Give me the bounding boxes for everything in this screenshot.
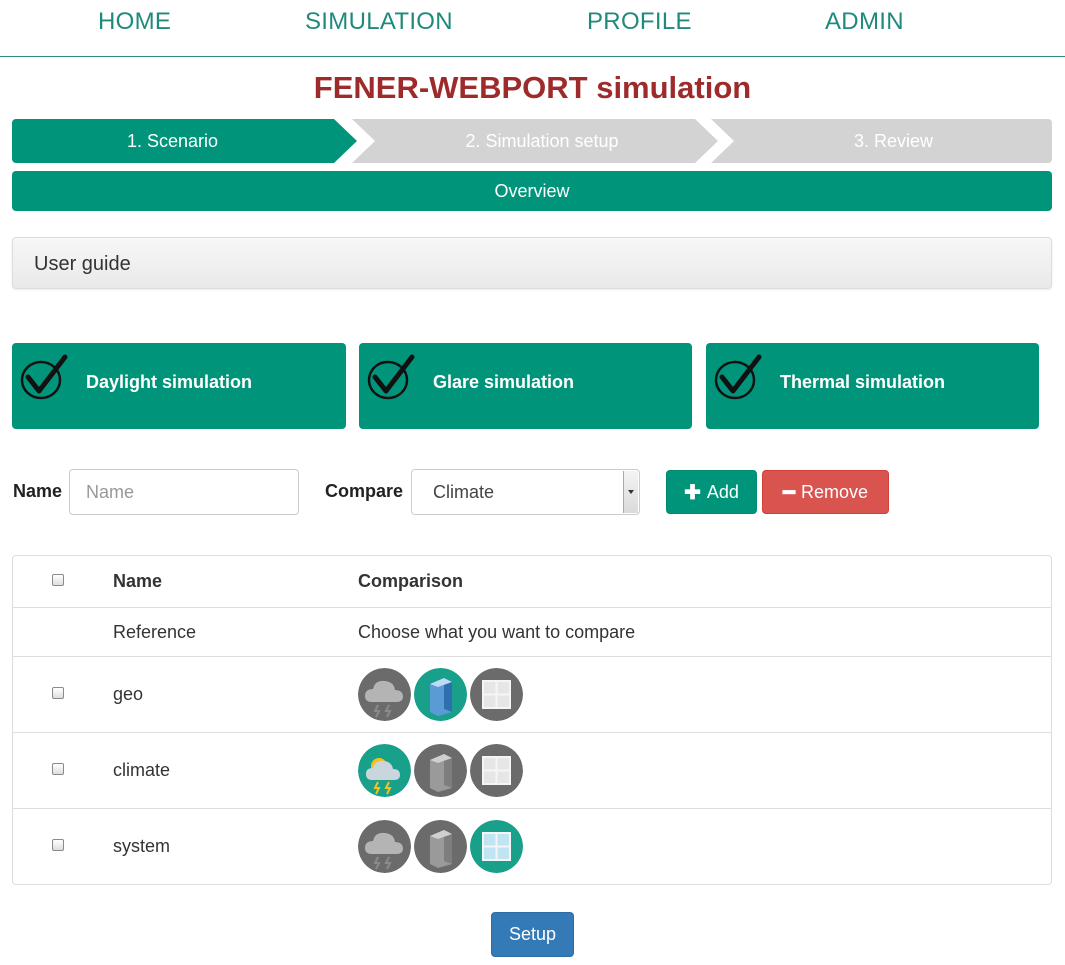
climate-icon[interactable]	[358, 668, 411, 721]
row-name: Reference	[113, 622, 197, 642]
remove-button[interactable]: ━ Remove	[762, 470, 889, 514]
window-icon[interactable]	[470, 744, 523, 797]
setup-button[interactable]: Setup	[491, 912, 574, 957]
scenario-name-input[interactable]	[69, 469, 299, 515]
daylight-simulation-card[interactable]: Daylight simulation	[12, 343, 346, 429]
checkmark-icon	[367, 354, 415, 400]
nav-admin-link[interactable]: ADMIN	[825, 8, 904, 36]
window-icon[interactable]	[470, 820, 523, 873]
table-row: system	[13, 809, 1051, 884]
step-label: 2. Simulation setup	[465, 130, 619, 151]
comparison-icons	[358, 668, 523, 721]
select-all-checkbox[interactable]	[52, 574, 64, 586]
sim-card-label: Daylight simulation	[86, 372, 253, 392]
glare-simulation-card[interactable]: Glare simulation	[359, 343, 692, 429]
sim-card-label: Glare simulation	[433, 372, 575, 392]
table-header-row: Name Comparison	[13, 556, 1051, 608]
compare-label: Compare	[325, 481, 404, 501]
row-name: geo	[113, 684, 144, 704]
climate-icon[interactable]	[358, 820, 411, 873]
wizard-step-scenario[interactable]: 1. Scenario	[12, 119, 357, 163]
user-guide-heading: User guide	[34, 253, 131, 275]
remove-button-label: Remove	[801, 481, 869, 502]
compare-select[interactable]: Climate	[411, 469, 640, 515]
nav-home-link[interactable]: HOME	[98, 8, 171, 36]
table-row: climate	[13, 733, 1051, 809]
column-header-comparison: Comparison	[358, 571, 464, 591]
add-button[interactable]: ✚ Add	[666, 470, 757, 514]
page-title: FENER-WEBPORT simulation	[313, 70, 752, 105]
table-row-reference: Reference Choose what you want to compar…	[13, 608, 1051, 657]
minus-icon: ━	[782, 481, 795, 504]
checkmark-icon	[20, 354, 68, 400]
row-comparison-hint: Choose what you want to compare	[358, 622, 636, 642]
compare-selected-value: Climate	[433, 482, 495, 502]
nav-simulation-link[interactable]: SIMULATION	[305, 8, 453, 36]
building-icon[interactable]	[414, 744, 467, 797]
column-header-name: Name	[113, 571, 163, 591]
nav-profile-link[interactable]: PROFILE	[587, 8, 692, 36]
thermal-simulation-card[interactable]: Thermal simulation	[706, 343, 1039, 429]
row-checkbox[interactable]	[52, 763, 64, 775]
comparison-icons	[358, 744, 523, 797]
sim-card-label: Thermal simulation	[780, 372, 946, 392]
name-label: Name	[13, 481, 63, 501]
table-row: geo	[13, 657, 1051, 733]
climate-icon[interactable]	[358, 744, 411, 797]
step-label: 1. Scenario	[126, 130, 219, 151]
comparison-icons	[358, 820, 523, 873]
checkmark-icon	[714, 354, 762, 400]
step-label: 3. Review	[853, 130, 934, 151]
dropdown-arrow-icon	[623, 471, 638, 513]
wizard-step-simulation-setup[interactable]: 2. Simulation setup	[352, 119, 718, 163]
window-icon[interactable]	[470, 668, 523, 721]
wizard-steps: 1. Scenario 2. Simulation setup 3. Revie…	[12, 119, 1052, 163]
row-checkbox[interactable]	[52, 687, 64, 699]
building-icon[interactable]	[414, 668, 467, 721]
add-button-label: Add	[706, 481, 739, 502]
row-name: climate	[113, 760, 171, 780]
top-navigation: HOME SIMULATION PROFILE ADMIN	[0, 0, 1065, 57]
scenario-table: Name Comparison Reference Choose what yo…	[12, 555, 1052, 885]
wizard-step-review[interactable]: 3. Review	[711, 119, 1052, 163]
overview-bar[interactable]: Overview	[12, 171, 1052, 211]
user-guide-panel[interactable]: User guide	[12, 237, 1052, 289]
row-checkbox[interactable]	[52, 839, 64, 851]
row-name: system	[113, 836, 171, 856]
plus-icon: ✚	[684, 481, 701, 504]
building-icon[interactable]	[414, 820, 467, 873]
